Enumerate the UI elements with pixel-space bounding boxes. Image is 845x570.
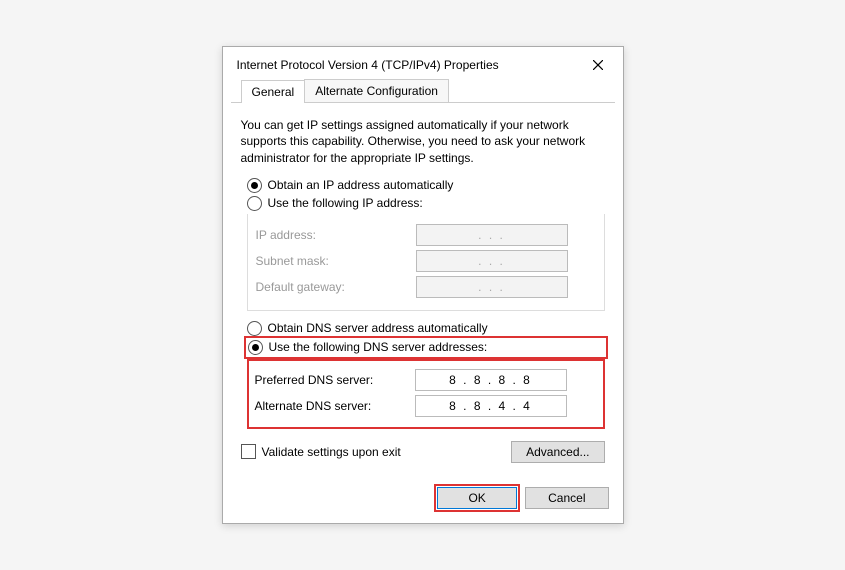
close-icon xyxy=(593,60,603,70)
subnet-label: Subnet mask: xyxy=(256,254,416,268)
ip-address-input: . . . xyxy=(416,224,568,246)
ip-address-row: IP address: . . . xyxy=(256,224,596,246)
gateway-label: Default gateway: xyxy=(256,280,416,294)
subnet-input: . . . xyxy=(416,250,568,272)
bottom-row: Validate settings upon exit Advanced... xyxy=(241,441,605,463)
tab-general[interactable]: General xyxy=(241,80,306,103)
dns-group: Obtain DNS server address automatically … xyxy=(241,321,605,429)
dns-fields: Preferred DNS server: 8 . 8 . 8 . 8 Alte… xyxy=(247,359,605,429)
ip-fields: IP address: . . . Subnet mask: . . . Def… xyxy=(247,214,605,311)
ok-button[interactable]: OK xyxy=(437,487,517,509)
radio-icon xyxy=(248,340,263,355)
radio-dns-manual[interactable]: Use the following DNS server addresses: xyxy=(247,339,605,356)
window-title: Internet Protocol Version 4 (TCP/IPv4) P… xyxy=(237,58,583,72)
description-text: You can get IP settings assigned automat… xyxy=(241,117,605,166)
alternate-dns-input[interactable]: 8 . 8 . 4 . 4 xyxy=(415,395,567,417)
dialog-footer: OK Cancel xyxy=(223,477,623,523)
validate-checkbox[interactable] xyxy=(241,444,256,459)
preferred-dns-input[interactable]: 8 . 8 . 8 . 8 xyxy=(415,369,567,391)
ip-address-label: IP address: xyxy=(256,228,416,242)
gateway-row: Default gateway: . . . xyxy=(256,276,596,298)
radio-ip-manual-label: Use the following IP address: xyxy=(268,196,423,210)
tab-bar: General Alternate Configuration xyxy=(231,79,615,103)
tab-alternate[interactable]: Alternate Configuration xyxy=(304,79,449,102)
properties-dialog: Internet Protocol Version 4 (TCP/IPv4) P… xyxy=(222,46,624,524)
advanced-button[interactable]: Advanced... xyxy=(511,441,604,463)
preferred-dns-row: Preferred DNS server: 8 . 8 . 8 . 8 xyxy=(255,369,597,391)
gateway-input: . . . xyxy=(416,276,568,298)
preferred-dns-label: Preferred DNS server: xyxy=(255,373,415,387)
radio-dns-auto[interactable]: Obtain DNS server address automatically xyxy=(247,321,605,336)
radio-icon xyxy=(247,321,262,336)
tab-content: You can get IP settings assigned automat… xyxy=(223,103,623,477)
cancel-button[interactable]: Cancel xyxy=(525,487,608,509)
radio-dns-manual-label: Use the following DNS server addresses: xyxy=(269,340,488,354)
alternate-dns-row: Alternate DNS server: 8 . 8 . 4 . 4 xyxy=(255,395,597,417)
title-bar: Internet Protocol Version 4 (TCP/IPv4) P… xyxy=(223,47,623,79)
radio-icon xyxy=(247,196,262,211)
close-button[interactable] xyxy=(583,55,613,75)
radio-ip-auto[interactable]: Obtain an IP address automatically xyxy=(247,178,605,193)
validate-label: Validate settings upon exit xyxy=(262,445,401,459)
alternate-dns-label: Alternate DNS server: xyxy=(255,399,415,413)
radio-icon xyxy=(247,178,262,193)
ip-group: Obtain an IP address automatically Use t… xyxy=(241,178,605,311)
radio-dns-auto-label: Obtain DNS server address automatically xyxy=(268,321,488,335)
subnet-row: Subnet mask: . . . xyxy=(256,250,596,272)
radio-ip-auto-label: Obtain an IP address automatically xyxy=(268,178,454,192)
radio-ip-manual[interactable]: Use the following IP address: xyxy=(247,196,605,211)
